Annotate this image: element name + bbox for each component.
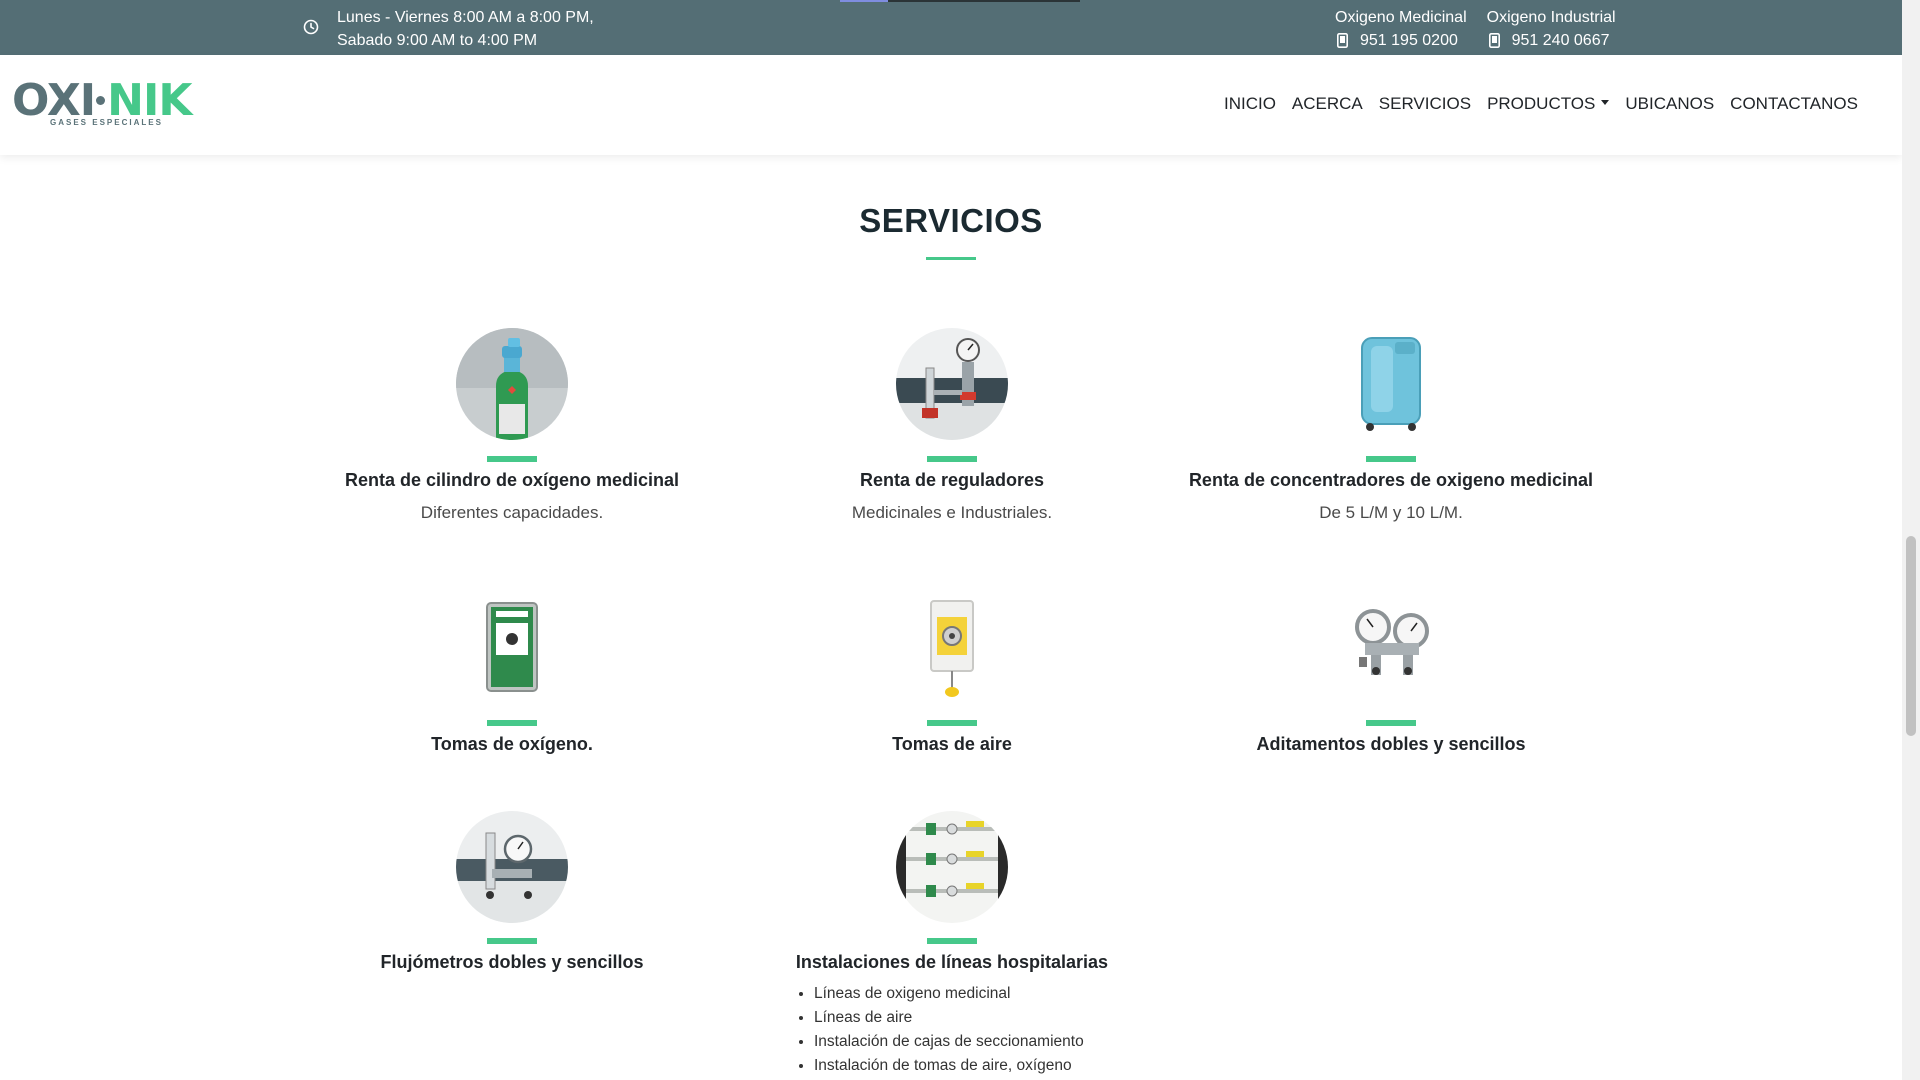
service-title: Renta de concentradores de oxigeno medic… bbox=[1188, 470, 1594, 490]
business-hours: Lunes - Viernes 8:00 AM a 8:00 PM, Sabad… bbox=[303, 6, 594, 52]
air-outlet-image bbox=[896, 593, 1008, 705]
service-card-instalaciones: Instalaciones de líneas hospitalarias Lí… bbox=[732, 811, 1172, 1080]
service-card-tomas-aire: Tomas de aire bbox=[732, 593, 1172, 763]
service-title: Tomas de oxígeno. bbox=[431, 734, 593, 754]
service-card-tomas-oxigeno: Tomas de oxígeno. bbox=[292, 593, 732, 763]
scrollbar-thumb[interactable] bbox=[1906, 536, 1916, 736]
nav-contactanos[interactable]: CONTACTANOS bbox=[1722, 94, 1866, 114]
page-scrollbar[interactable] bbox=[1902, 0, 1920, 1080]
card-accent-bar bbox=[487, 938, 537, 944]
list-item: Líneas de oxigeno medicinal bbox=[814, 982, 1116, 1006]
phone-label: Oxigeno Industrial bbox=[1486, 9, 1616, 26]
phone-number-link[interactable]: 951 240 0667 bbox=[1512, 29, 1610, 52]
service-card-aditamentos: Aditamentos dobles y sencillos bbox=[1171, 593, 1611, 763]
caret-down-icon bbox=[1601, 100, 1610, 106]
card-accent-bar bbox=[487, 720, 537, 726]
hours-saturday: Sabado 9:00 AM to 4:00 PM bbox=[337, 32, 538, 49]
service-title: Tomas de aire bbox=[892, 734, 1012, 754]
logo-tagline: GASES ESPECIALES bbox=[50, 118, 163, 127]
service-title: Renta de reguladores bbox=[859, 470, 1045, 490]
flowmeter-image bbox=[456, 811, 568, 923]
logo-dot bbox=[96, 95, 106, 105]
section-title-underline bbox=[926, 257, 976, 260]
service-title: Aditamentos dobles y sencillos bbox=[1256, 734, 1526, 754]
site-logo[interactable]: OXI NIK GASES ESPECIALES bbox=[12, 78, 192, 130]
service-card-concentradores: Renta de concentradores de oxigeno medic… bbox=[1171, 328, 1611, 528]
phone-medicinal: Oxigeno Medicinal 951 195 0200 bbox=[1335, 6, 1467, 52]
hospital-lines-image bbox=[896, 811, 1008, 923]
service-desc: De 5 L/M y 10 L/M. bbox=[1319, 503, 1463, 522]
list-item: Instalación de tomas de aire, oxígeno bbox=[814, 1054, 1116, 1078]
oxygen-concentrator-image bbox=[1335, 328, 1447, 440]
nav-servicios[interactable]: SERVICIOS bbox=[1371, 94, 1479, 114]
service-title: Flujómetros dobles y sencillos bbox=[380, 952, 644, 972]
service-desc: Medicinales e Industriales. bbox=[851, 503, 1053, 522]
hours-weekdays: Lunes - Viernes 8:00 AM a 8:00 PM, bbox=[337, 9, 594, 26]
service-card-reguladores: Renta de reguladores Medicinales e Indus… bbox=[732, 328, 1172, 528]
card-accent-bar bbox=[1366, 456, 1416, 462]
nav-inicio[interactable]: INICIO bbox=[1216, 94, 1284, 114]
phone-contacts: Oxigeno Medicinal 951 195 0200 Oxigeno I… bbox=[1335, 6, 1616, 52]
list-item: Líneas de aire bbox=[814, 1006, 1116, 1030]
nav-ubicanos[interactable]: UBICANOS bbox=[1617, 94, 1722, 114]
phone-label: Oxigeno Medicinal bbox=[1335, 9, 1467, 26]
card-accent-bar bbox=[1366, 720, 1416, 726]
nav-acerca[interactable]: ACERCA bbox=[1284, 94, 1371, 114]
hospital-lines-list: Líneas de oxigeno medicinal Líneas de ai… bbox=[796, 982, 1116, 1078]
card-accent-bar bbox=[927, 456, 977, 462]
service-card-cilindro: Renta de cilindro de oxígeno medicinal D… bbox=[292, 328, 732, 528]
list-item: Instalación de cajas de seccionamiento bbox=[814, 1030, 1116, 1054]
nav-productos-label: PRODUCTOS bbox=[1487, 94, 1596, 113]
service-title: Instalaciones de líneas hospitalarias bbox=[795, 952, 1109, 972]
card-accent-bar bbox=[927, 938, 977, 944]
regulator-image bbox=[896, 328, 1008, 440]
card-accent-bar bbox=[927, 720, 977, 726]
site-header: OXI NIK GASES ESPECIALES INICIO ACERCA SE… bbox=[0, 55, 1902, 155]
clock-icon bbox=[303, 19, 319, 35]
phone-industrial: Oxigeno Industrial 951 240 0667 bbox=[1487, 6, 1616, 52]
oxygen-cylinder-image bbox=[456, 328, 568, 440]
service-title: Renta de cilindro de oxígeno medicinal bbox=[344, 470, 680, 490]
topbar-scroll-indicator bbox=[840, 0, 1080, 2]
nav-productos-dropdown[interactable]: PRODUCTOS bbox=[1479, 94, 1617, 114]
service-desc: Diferentes capacidades. bbox=[420, 503, 604, 522]
phone-number-link[interactable]: 951 195 0200 bbox=[1360, 29, 1458, 52]
main-nav: INICIO ACERCA SERVICIOS PRODUCTOS UBICAN… bbox=[1216, 94, 1866, 114]
top-info-bar: Lunes - Viernes 8:00 AM a 8:00 PM, Sabad… bbox=[0, 0, 1902, 55]
service-card-flujometros: Flujómetros dobles y sencillos bbox=[292, 811, 732, 981]
oxygen-outlet-image bbox=[456, 593, 568, 705]
dual-fitting-image bbox=[1335, 593, 1447, 705]
mobile-phone-icon bbox=[1337, 33, 1348, 48]
section-title: SERVICIOS bbox=[859, 202, 1043, 239]
card-accent-bar bbox=[487, 456, 537, 462]
mobile-phone-icon bbox=[1488, 33, 1500, 48]
